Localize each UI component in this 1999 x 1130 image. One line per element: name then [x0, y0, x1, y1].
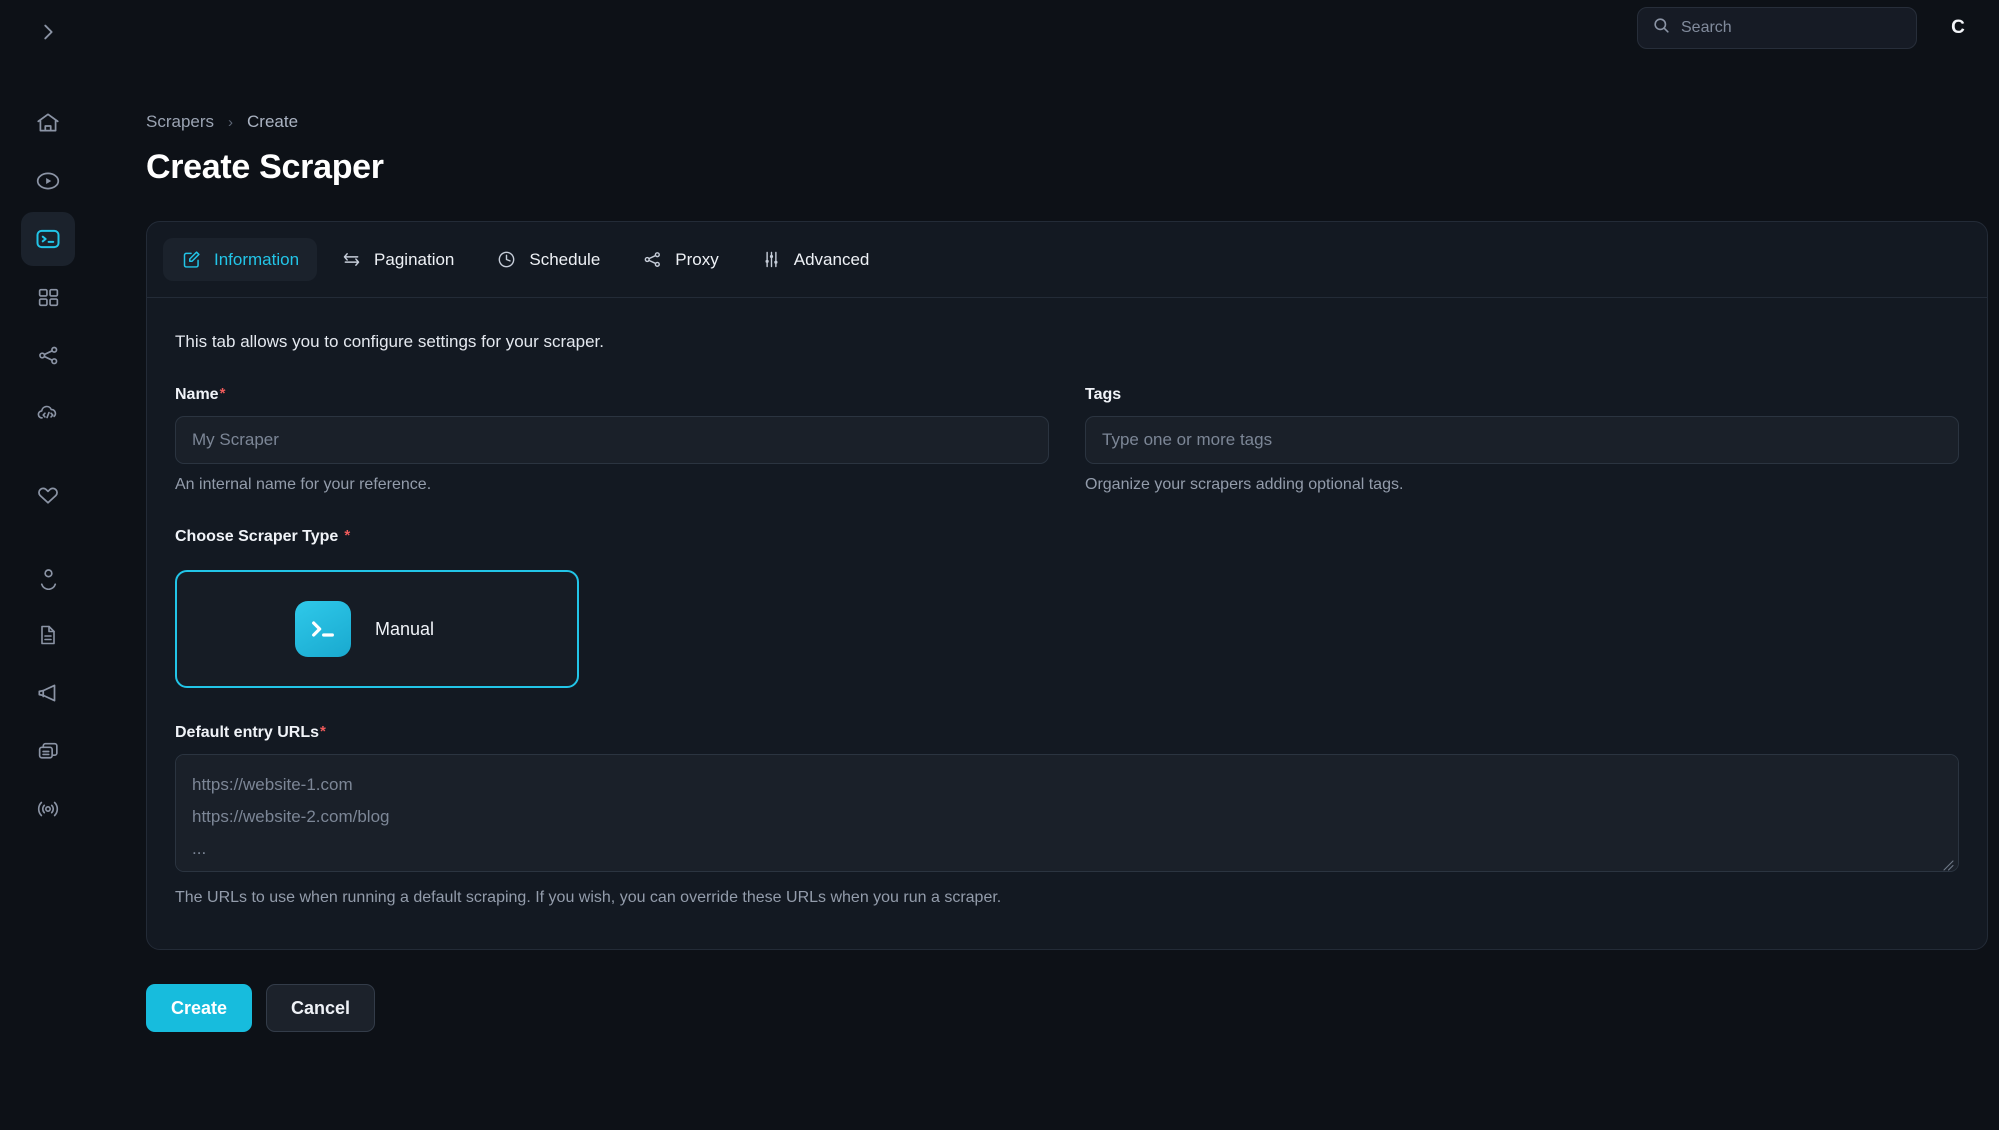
main-content: Scrapers › Create Create Scraper Informa…	[96, 0, 1999, 1130]
code-cloud-icon	[35, 400, 61, 426]
sidebar-item-templates[interactable]	[21, 724, 75, 778]
cancel-button[interactable]: Cancel	[266, 984, 376, 1032]
copy-icon	[36, 739, 61, 764]
tags-input[interactable]	[1085, 416, 1959, 464]
document-icon	[36, 623, 60, 647]
scraper-type-group: Choose Scraper Type * Manual	[175, 528, 1959, 688]
name-input[interactable]	[175, 416, 1049, 464]
name-tags-row: Name * An internal name for your referen…	[175, 386, 1959, 494]
entry-urls-textarea-wrap	[175, 754, 1959, 877]
name-field-group: Name * An internal name for your referen…	[175, 386, 1049, 494]
sidebar-item-announcements[interactable]	[21, 666, 75, 720]
tab-advanced-label: Advanced	[793, 249, 870, 269]
user-icon	[36, 565, 61, 590]
create-scraper-panel: Information Pagination Schedule Proxy Ad…	[146, 221, 1988, 950]
tab-intro-text: This tab allows you to configure setting…	[175, 332, 604, 351]
sidebar-item-status[interactable]	[21, 782, 75, 836]
megaphone-icon	[35, 680, 61, 706]
sidebar-item-integrations[interactable]	[21, 328, 75, 382]
create-button[interactable]: Create	[146, 984, 253, 1032]
sidebar-item-account[interactable]	[21, 550, 75, 604]
tab-proxy-label: Proxy	[675, 249, 719, 269]
play-circle-icon	[35, 168, 61, 194]
sidebar-item-datasets[interactable]	[21, 270, 75, 324]
breadcrumb-scrapers[interactable]: Scrapers	[146, 112, 214, 132]
chevron-right-icon	[37, 21, 59, 43]
sidebar-collapse-toggle[interactable]	[24, 8, 72, 56]
sidebar-item-favorites[interactable]	[21, 468, 75, 522]
panel-body: This tab allows you to configure setting…	[147, 298, 1987, 949]
app-root: C Scrapers › Create Create Scraper Infor…	[0, 0, 1999, 1130]
name-label: Name *	[175, 386, 225, 404]
edit-square-icon	[181, 249, 202, 270]
required-asterisk: *	[219, 385, 226, 402]
sidebar-item-docs[interactable]	[21, 608, 75, 662]
tab-information[interactable]: Information	[163, 238, 318, 281]
sidebar-item-api[interactable]	[21, 386, 75, 440]
required-asterisk: *	[344, 527, 351, 544]
entry-urls-label: Default entry URLs *	[175, 724, 326, 742]
scraper-type-label: Choose Scraper Type *	[175, 528, 350, 546]
sidebar-item-home[interactable]	[21, 96, 75, 150]
tab-schedule-label: Schedule	[529, 249, 601, 269]
tab-schedule[interactable]: Schedule	[478, 238, 618, 281]
tab-proxy[interactable]: Proxy	[624, 238, 736, 281]
sliders-icon	[761, 249, 782, 270]
tags-label: Tags	[1085, 386, 1121, 404]
sidebar	[0, 0, 96, 1130]
name-hint: An internal name for your reference.	[175, 476, 432, 493]
scraper-type-option-manual[interactable]: Manual	[175, 570, 579, 688]
share-nodes-icon	[36, 343, 61, 368]
tags-label-text: Tags	[1085, 386, 1122, 403]
entry-urls-textarea[interactable]	[175, 754, 1959, 872]
broadcast-icon	[35, 796, 61, 822]
terminal-icon	[295, 601, 351, 657]
scraper-type-option-label: Manual	[375, 618, 435, 639]
required-asterisk: *	[320, 723, 326, 740]
sidebar-item-scrapers[interactable]	[21, 212, 75, 266]
sidebar-item-runs[interactable]	[21, 154, 75, 208]
entry-urls-hint: The URLs to use when running a default s…	[175, 889, 1002, 906]
breadcrumb-create: Create	[247, 112, 299, 131]
heart-icon	[35, 482, 61, 508]
entry-urls-label-text: Default entry URLs	[175, 724, 320, 741]
tab-advanced[interactable]: Advanced	[743, 238, 888, 281]
share-nodes-icon	[642, 249, 663, 270]
tab-pagination-label: Pagination	[374, 249, 455, 269]
breadcrumb-separator-icon: ›	[228, 113, 234, 131]
terminal-icon	[34, 225, 62, 253]
grid-icon	[36, 285, 61, 310]
tab-bar: Information Pagination Schedule Proxy Ad…	[147, 222, 1987, 298]
form-actions: Create Cancel	[146, 984, 1988, 1072]
home-icon	[35, 110, 61, 136]
tab-information-label: Information	[214, 249, 300, 269]
exchange-arrows-icon	[341, 249, 362, 270]
scraper-type-label-text: Choose Scraper Type	[175, 528, 339, 545]
tags-hint: Organize your scrapers adding optional t…	[1085, 476, 1404, 493]
page-title: Create Scraper	[146, 148, 384, 186]
clock-icon	[496, 249, 517, 270]
breadcrumb: Scrapers › Create	[146, 112, 1988, 132]
name-label-text: Name	[175, 386, 219, 403]
entry-urls-group: Default entry URLs * The URLs to use whe…	[175, 724, 1959, 907]
tab-pagination[interactable]: Pagination	[323, 238, 472, 281]
tags-field-group: Tags Organize your scrapers adding optio…	[1085, 386, 1959, 494]
